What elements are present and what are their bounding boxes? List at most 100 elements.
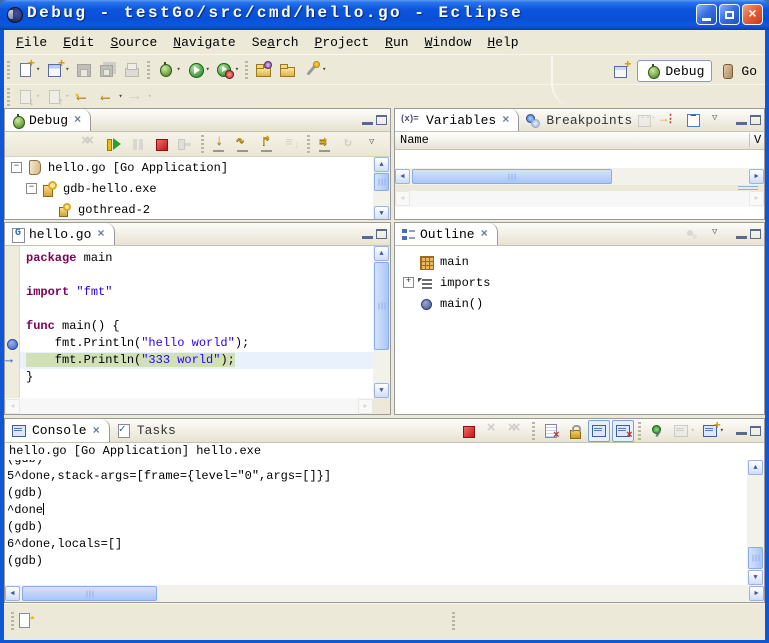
view-menu-button[interactable] xyxy=(363,133,385,155)
open-perspective-icon[interactable] xyxy=(612,62,630,80)
new-button[interactable]: ▾ xyxy=(15,59,42,81)
code-line[interactable]: fmt.Println("hello world"); xyxy=(20,335,373,352)
scroll-down-icon[interactable]: ▼ xyxy=(374,206,389,220)
scroll-right-icon[interactable]: ► xyxy=(749,169,764,184)
open-resource-button[interactable] xyxy=(277,59,299,81)
console-hscrollbar[interactable]: ◄ ► xyxy=(5,585,764,602)
run-history-button[interactable]: ▾ xyxy=(214,59,241,81)
maximize-button[interactable] xyxy=(719,4,740,25)
title-bar[interactable]: Debug - testGo/src/cmd/hello.go - Eclips… xyxy=(0,0,769,30)
show-when-stderr-changes-button[interactable] xyxy=(612,420,634,442)
breakpoint-icon[interactable] xyxy=(7,339,18,350)
console-output[interactable]: (gdb)5^done,stack-args=[frame={level="0"… xyxy=(7,460,747,585)
menu-edit[interactable]: Edit xyxy=(55,33,102,52)
code-line[interactable] xyxy=(20,301,373,318)
minimize-view-button[interactable] xyxy=(736,116,747,125)
open-console-button[interactable]: ▾ xyxy=(699,420,726,442)
clear-console-button[interactable] xyxy=(540,420,562,442)
menu-file[interactable]: File xyxy=(8,33,55,52)
minimize-view-button[interactable] xyxy=(736,230,747,239)
outline-item[interactable]: +imports xyxy=(395,272,764,293)
debug-tree-item[interactable]: −gdb-hello.exe xyxy=(5,178,373,199)
resume-button[interactable] xyxy=(103,133,125,155)
variables-hscrollbar[interactable]: ◄ ► xyxy=(395,168,764,185)
close-tab-icon[interactable]: × xyxy=(93,424,100,438)
tab-console[interactable]: Console× xyxy=(5,419,110,442)
minimize-button[interactable] xyxy=(696,4,717,25)
editor-vscrollbar[interactable]: ▲ ▼ xyxy=(373,246,390,398)
minimize-view-button[interactable] xyxy=(362,116,373,125)
menu-source[interactable]: Source xyxy=(102,33,165,52)
scroll-left-icon[interactable]: ◄ xyxy=(5,586,20,601)
use-step-filters-button[interactable] xyxy=(315,133,337,155)
close-tab-icon[interactable]: × xyxy=(502,113,509,127)
scroll-up-icon[interactable]: ▲ xyxy=(374,246,389,261)
maximize-view-button[interactable] xyxy=(376,115,387,125)
expand-toggle-icon[interactable]: + xyxy=(403,277,414,288)
maximize-view-button[interactable] xyxy=(750,115,761,125)
close-tab-icon[interactable]: × xyxy=(481,227,488,241)
expand-toggle-icon[interactable]: − xyxy=(26,183,37,194)
outline-item[interactable]: main xyxy=(395,251,764,272)
scroll-lock-button[interactable] xyxy=(564,420,586,442)
debug-tree-item[interactable]: gothread-2 xyxy=(5,199,373,220)
tab-variables[interactable]: Variables× xyxy=(395,109,519,131)
run-button[interactable]: ▾ xyxy=(185,59,212,81)
step-into-button[interactable] xyxy=(209,133,231,155)
scroll-right-icon[interactable]: ► xyxy=(749,586,764,601)
perspective-debug-button[interactable]: Debug xyxy=(637,60,712,82)
show-logical-structure-button[interactable] xyxy=(658,109,680,131)
outline-item[interactable]: main() xyxy=(395,293,764,314)
tab-outline[interactable]: Outline × xyxy=(395,223,498,245)
column-header-value[interactable]: V xyxy=(749,133,764,147)
tab-debug[interactable]: Debug × xyxy=(5,109,91,131)
debug-tree-item[interactable]: −hello.go [Go Application] xyxy=(5,157,373,178)
search-button[interactable]: ▾ xyxy=(301,59,328,81)
debug-button[interactable]: ▾ xyxy=(155,59,182,81)
fast-view-icon[interactable] xyxy=(16,611,34,629)
scroll-up-icon[interactable]: ▲ xyxy=(374,157,389,172)
menu-run[interactable]: Run xyxy=(377,33,416,52)
code-line[interactable]: import "fmt" xyxy=(20,284,373,301)
code-line[interactable] xyxy=(20,267,373,284)
view-menu-button[interactable] xyxy=(706,109,728,131)
view-menu-button[interactable] xyxy=(706,223,728,245)
maximize-view-button[interactable] xyxy=(750,229,761,239)
maximize-view-button[interactable] xyxy=(376,229,387,239)
step-return-button[interactable] xyxy=(257,133,279,155)
tab-hello-go[interactable]: hello.go × xyxy=(5,223,115,245)
show-when-stdout-changes-button[interactable] xyxy=(588,420,610,442)
step-over-button[interactable] xyxy=(233,133,255,155)
menu-help[interactable]: Help xyxy=(479,33,526,52)
tab-breakpoints[interactable]: Breakpoints xyxy=(519,109,641,131)
maximize-view-button[interactable] xyxy=(750,426,761,436)
code-line[interactable]: fmt.Println("333 world"); xyxy=(20,352,373,369)
menu-project[interactable]: Project xyxy=(307,33,378,52)
scroll-left-icon[interactable]: ◄ xyxy=(395,169,410,184)
code-line[interactable]: package main xyxy=(20,250,373,267)
code-line[interactable]: } xyxy=(20,369,373,386)
console-vscrollbar[interactable]: ▲ ▼ xyxy=(747,460,764,585)
perspective-go-button[interactable]: Go xyxy=(719,62,757,80)
variables-table-empty[interactable] xyxy=(395,150,764,168)
minimize-view-button[interactable] xyxy=(736,426,747,435)
scroll-down-icon[interactable]: ▼ xyxy=(374,383,389,398)
menu-window[interactable]: Window xyxy=(417,33,480,52)
scroll-down-icon[interactable]: ▼ xyxy=(748,570,763,585)
collapse-all-button[interactable] xyxy=(682,109,704,131)
close-button[interactable]: × xyxy=(742,4,763,25)
minimize-view-button[interactable] xyxy=(362,230,373,239)
menu-search[interactable]: Search xyxy=(244,33,307,52)
debug-tree-vscrollbar[interactable]: ▲ ▼ xyxy=(373,157,390,220)
instruction-pointer-icon[interactable]: → xyxy=(5,352,13,367)
last-edit-location-button[interactable] xyxy=(73,86,95,108)
tab-tasks[interactable]: Tasks xyxy=(110,419,185,442)
close-tab-icon[interactable]: × xyxy=(74,113,81,127)
terminate-button[interactable] xyxy=(151,133,173,155)
scroll-up-icon[interactable]: ▲ xyxy=(748,460,763,475)
terminate-button[interactable] xyxy=(458,420,480,442)
close-tab-icon[interactable]: × xyxy=(97,227,104,241)
code-editor[interactable]: package mainimport "fmt"func main() { fm… xyxy=(20,246,373,398)
expand-toggle-icon[interactable]: − xyxy=(11,162,22,173)
back-button[interactable]: ▾ xyxy=(97,86,124,108)
